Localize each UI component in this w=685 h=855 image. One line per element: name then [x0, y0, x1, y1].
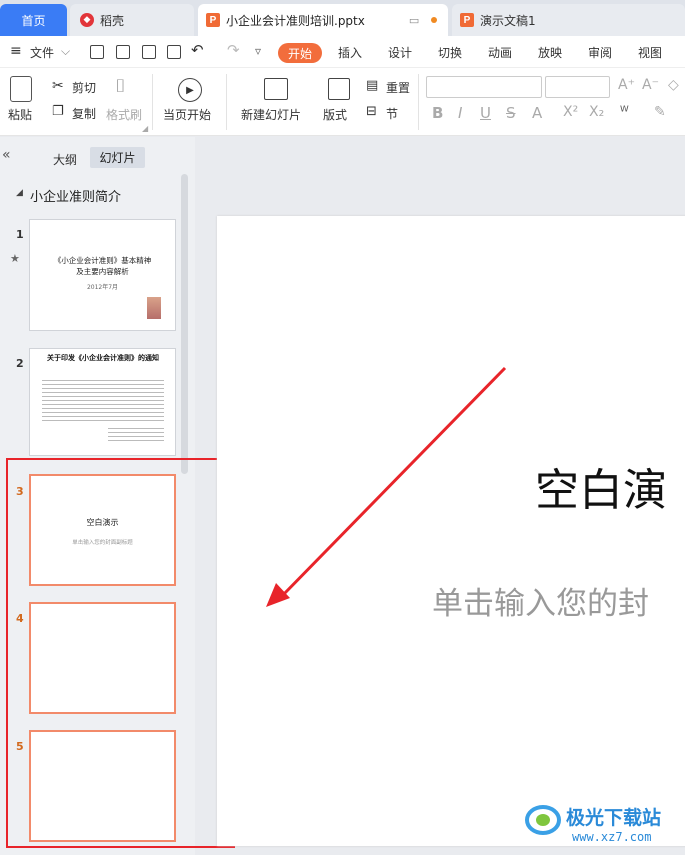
- watermark-name: 极光下载站: [566, 807, 662, 829]
- arrow-head: [266, 583, 290, 607]
- watermark-logo-icon: [524, 802, 562, 838]
- annotation-arrow: [266, 366, 507, 607]
- arrow-shaft: [280, 366, 507, 598]
- watermark-url: www.xz7.com: [572, 830, 652, 844]
